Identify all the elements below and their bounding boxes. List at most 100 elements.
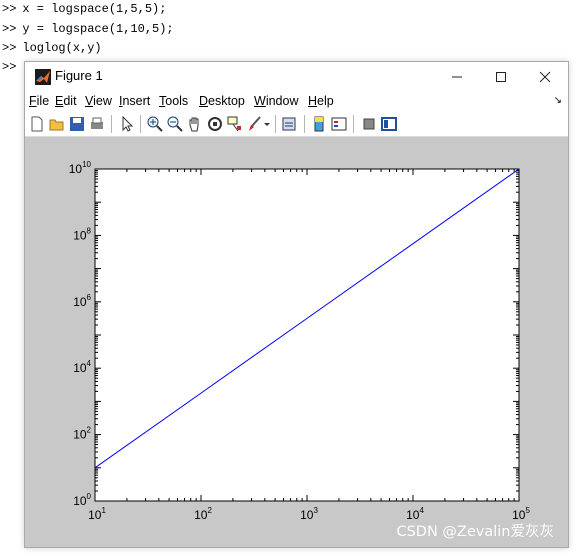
tick-label-exponent: 3 [313,506,318,515]
menu-view[interactable]: View [85,94,112,108]
tick-label-base: 10 [69,162,83,176]
menu-label: iew [93,94,112,108]
menu-insert[interactable]: Insert [119,94,150,108]
dock-arrow-icon[interactable]: ↘ [554,95,562,106]
toolbar-separator [140,115,141,133]
zoom-in-icon[interactable] [146,115,164,133]
toolbar-separator [353,115,354,133]
edit-plot-arrow-icon[interactable] [118,115,136,133]
menu-label: nsert [122,94,151,108]
menu-mnemonic: F [29,94,37,108]
y-tick-label: 108 [73,226,91,242]
tick-label-exponent: 8 [87,226,92,235]
loglog-chart[interactable]: 101 102 103 104 1051001021041061081010 [25,137,568,547]
x-tick-label: 101 [88,506,106,522]
insert-legend-icon[interactable] [330,115,348,133]
window-title: Figure 1 [55,68,103,83]
console-command: loglog(x,y) [22,41,102,55]
hide-plot-tools-icon[interactable] [360,115,378,133]
x-tick-label: 102 [194,506,212,522]
y-tick-label: 106 [73,293,91,309]
tick-label-exponent: 10 [82,160,91,169]
data-cursor-icon[interactable] [226,115,244,133]
figure-window: Figure 1 File Edit View Insert Tools Des… [24,61,569,548]
minimize-button[interactable] [435,62,479,92]
tick-label-base: 10 [73,295,87,309]
console-prompt: >> [2,60,17,74]
link-plot-icon[interactable] [281,115,299,133]
tick-label-base: 10 [73,361,87,375]
menu-bar: File Edit View Insert Tools Desktop Wind… [25,92,568,112]
open-file-icon[interactable] [48,115,66,133]
maximize-icon [496,72,506,82]
console-prompt: >> [2,2,17,16]
console-prompt: >> [2,22,17,36]
watermark-text: CSDN @Zevalin爱灰灰 [396,524,554,540]
title-bar[interactable]: Figure 1 [25,62,568,92]
menu-label: dit [63,94,77,108]
menu-label: ile [36,94,50,108]
zoom-out-icon[interactable] [166,115,184,133]
new-figure-icon[interactable] [28,115,46,133]
tick-label-exponent: 4 [87,359,92,368]
figure-toolbar [25,112,568,137]
menu-label: indow [265,94,299,108]
tick-label-base: 10 [194,508,208,522]
menu-edit[interactable]: Edit [55,94,77,108]
menu-mnemonic: D [199,94,209,108]
console-prompt: >> [2,41,17,55]
matlab-logo-icon [35,69,51,85]
pan-hand-icon[interactable] [186,115,204,133]
console-line: >> x = logspace(1,5,5); [2,0,166,18]
toolbar-separator [304,115,305,133]
tick-label-base: 10 [73,494,87,508]
chevron-down-icon[interactable] [263,115,271,133]
close-icon [539,71,551,83]
y-tick-label: 102 [73,426,91,442]
console-line-active[interactable]: >> [2,58,22,76]
menu-help[interactable]: Help [308,94,334,108]
console-line: >> y = logspace(1,10,5); [2,20,174,38]
print-figure-icon[interactable] [88,115,106,133]
y-tick-label: 1010 [69,160,92,176]
menu-file[interactable]: File [29,94,49,108]
menu-window[interactable]: Window [254,94,298,108]
menu-label: esktop [208,94,245,108]
y-tick-label: 100 [73,492,91,508]
console-command: y = logspace(1,10,5); [22,22,174,36]
console-command: x = logspace(1,5,5); [22,2,167,16]
menu-tools[interactable]: Tools [159,94,188,108]
brush-icon[interactable] [246,115,264,133]
y-tick-label: 104 [73,359,91,375]
tick-label-base: 10 [300,508,314,522]
tick-label-exponent: 6 [87,293,92,302]
x-tick-label: 103 [300,506,318,522]
menu-label: ools [165,94,189,108]
tick-label-base: 10 [73,228,87,242]
menu-mnemonic: V [85,94,94,108]
tick-label-exponent: 2 [207,506,212,515]
tick-label-base: 10 [88,508,102,522]
show-plot-tools-icon[interactable] [380,115,398,133]
menu-mnemonic: H [308,94,318,108]
axes-background [94,168,520,502]
save-figure-icon[interactable] [68,115,86,133]
figure-canvas: 101 102 103 104 105 100 102 104 106 108 1010 CSDN … [25,137,568,547]
tick-label-exponent: 1 [101,506,106,515]
menu-mnemonic: W [254,94,266,108]
minimize-icon [452,76,462,78]
close-button[interactable] [523,62,567,92]
tick-label-exponent: 2 [87,426,92,435]
maximize-button[interactable] [479,62,523,92]
menu-label: elp [317,94,334,108]
toolbar-separator [275,115,276,133]
rotate-3d-icon[interactable] [206,115,224,133]
console-line: >> loglog(x,y) [2,39,102,57]
insert-colorbar-icon[interactable] [310,115,328,133]
tick-label-exponent: 0 [87,492,92,501]
tick-label-base: 10 [73,428,87,442]
menu-desktop[interactable]: Desktop [199,94,245,108]
toolbar-separator [111,115,112,133]
tick-label-exponent: 4 [419,506,424,515]
tick-label-exponent: 5 [525,506,530,515]
